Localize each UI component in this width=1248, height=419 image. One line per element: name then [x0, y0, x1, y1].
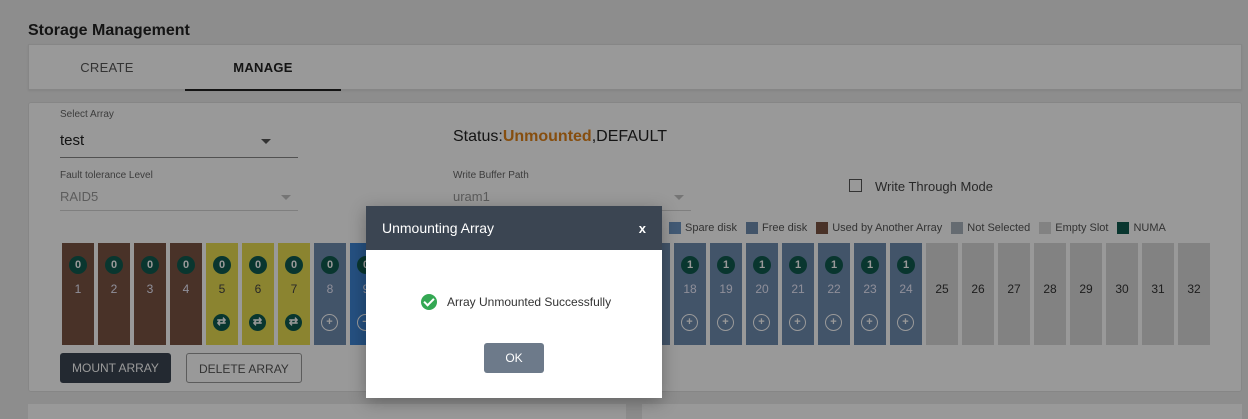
dialog-message-text: Array Unmounted Successfully	[447, 295, 612, 309]
ok-button[interactable]: OK	[484, 343, 544, 373]
close-icon[interactable]: x	[639, 221, 646, 236]
dialog-message: Array Unmounted Successfully	[421, 294, 611, 310]
check-circle-icon	[421, 294, 437, 310]
dialog-title: Unmounting Array	[382, 220, 495, 236]
unmount-dialog: Unmounting Array x Array Unmounted Succe…	[366, 206, 662, 398]
dialog-header: Unmounting Array x	[366, 206, 662, 250]
